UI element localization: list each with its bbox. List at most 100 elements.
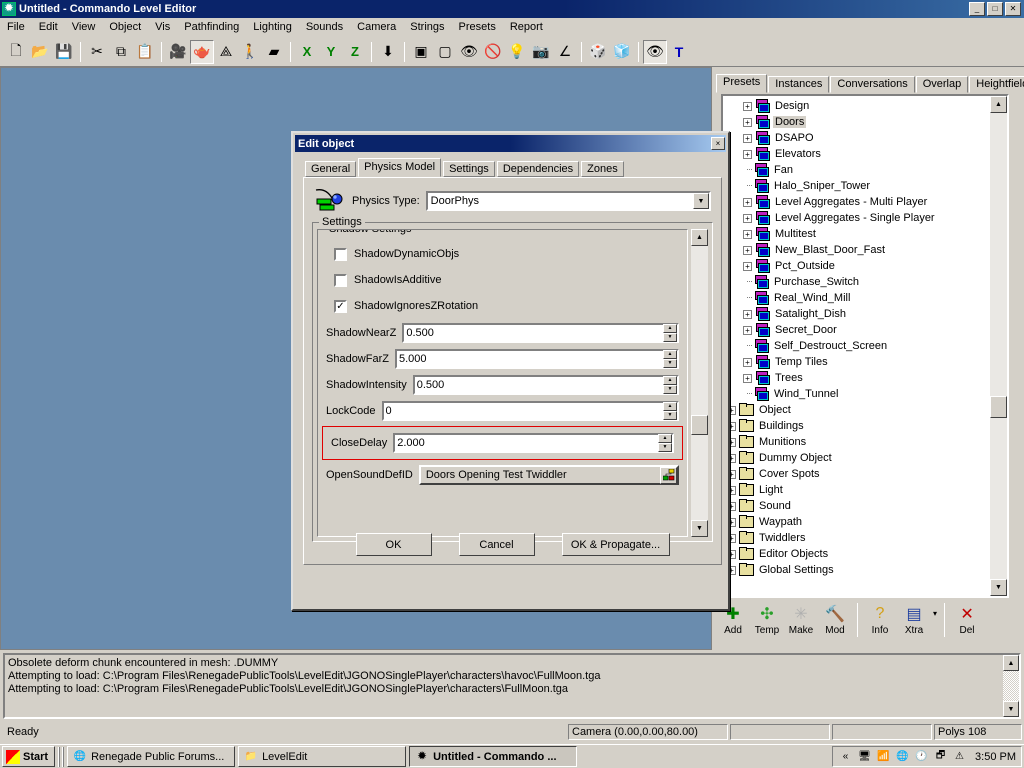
taskbar-item[interactable]: ✹Untitled - Commando ... xyxy=(409,746,577,767)
expand-plus-icon[interactable]: + xyxy=(743,150,752,159)
tree-item[interactable]: +Cover Spots xyxy=(723,466,990,482)
checkbox-row[interactable]: ShadowDynamicObjs xyxy=(334,244,679,264)
open-icon[interactable]: 📂 xyxy=(28,40,52,64)
preset-tool-info[interactable]: ?Info xyxy=(863,603,897,636)
spinner-up-icon[interactable]: ▲ xyxy=(663,402,677,411)
tree-item[interactable]: Halo_Sniper_Tower xyxy=(723,178,990,194)
spinner[interactable]: ▲▼ xyxy=(663,324,677,342)
expand-plus-icon[interactable]: + xyxy=(743,262,752,271)
tab-overlap[interactable]: Overlap xyxy=(916,76,969,93)
settings-scroll-thumb[interactable] xyxy=(691,415,708,435)
tab-heightfield[interactable]: Heightfield xyxy=(969,76,1024,93)
spinner[interactable]: ▲▼ xyxy=(663,376,677,394)
drop-to-ground-icon[interactable]: ⬇ xyxy=(376,40,400,64)
checkbox-shadowdynamicobjs[interactable] xyxy=(334,248,347,261)
minimize-button[interactable]: _ xyxy=(969,2,985,16)
menu-item-strings[interactable]: Strings xyxy=(403,19,451,35)
expand-plus-icon[interactable]: + xyxy=(743,118,752,127)
menu-item-presets[interactable]: Presets xyxy=(452,19,503,35)
text-icon[interactable]: T xyxy=(667,40,691,64)
paste-icon[interactable]: 📋 xyxy=(133,40,157,64)
settings-scroll-up-button[interactable]: ▲ xyxy=(691,229,708,246)
wire-box-icon[interactable]: ▢ xyxy=(433,40,457,64)
presets-tree-scrollbar[interactable]: ▲ ▼ xyxy=(990,96,1007,596)
app-icon[interactable]: ✹ xyxy=(2,2,16,16)
dialog-tab-general[interactable]: General xyxy=(305,161,356,177)
preset-tool-del[interactable]: ✕Del xyxy=(950,603,984,636)
tree-item[interactable]: +Global Settings xyxy=(723,562,990,578)
tree-item[interactable]: +Pct_Outside xyxy=(723,258,990,274)
menu-item-file[interactable]: File xyxy=(0,19,32,35)
vis-eye-icon[interactable]: 👁 xyxy=(457,40,481,64)
menu-item-report[interactable]: Report xyxy=(503,19,550,35)
tree-item[interactable]: +Elevators xyxy=(723,146,990,162)
input-shadownearz[interactable]: 0.500▲▼ xyxy=(402,323,679,343)
scroll-up-button[interactable]: ▲ xyxy=(990,96,1007,113)
expand-plus-icon[interactable]: + xyxy=(743,310,752,319)
terrain-icon[interactable]: ▰ xyxy=(262,40,286,64)
taskbar-item[interactable]: 🌐Renegade Public Forums... xyxy=(67,746,235,767)
expand-plus-icon[interactable]: + xyxy=(743,374,752,383)
checkbox-row[interactable]: ✓ShadowIgnoresZRotation xyxy=(334,296,679,316)
update-icon[interactable]: 🕐 xyxy=(914,749,929,764)
light-icon[interactable]: 💡 xyxy=(505,40,529,64)
camera2-icon[interactable]: 📷 xyxy=(529,40,553,64)
tree-item[interactable]: +Dummy Object xyxy=(723,450,990,466)
menu-item-vis[interactable]: Vis xyxy=(148,19,177,35)
input-closedelay[interactable]: 2.000▲▼ xyxy=(393,433,674,453)
spinner-down-icon[interactable]: ▼ xyxy=(658,443,672,452)
checkbox-shadowignoreszrotation[interactable]: ✓ xyxy=(334,300,347,313)
input-lockcode[interactable]: 0▲▼ xyxy=(382,401,679,421)
menu-item-lighting[interactable]: Lighting xyxy=(246,19,299,35)
scroll-down-button[interactable]: ▼ xyxy=(990,579,1007,596)
menu-item-edit[interactable]: Edit xyxy=(32,19,65,35)
spinner[interactable]: ▲▼ xyxy=(658,434,672,452)
angle-icon[interactable]: ∠ xyxy=(553,40,577,64)
tree-item[interactable]: Fan xyxy=(723,162,990,178)
tree-item[interactable]: +Level Aggregates - Single Player xyxy=(723,210,990,226)
tree-item[interactable]: +Design xyxy=(723,98,990,114)
tree-item[interactable]: Purchase_Switch xyxy=(723,274,990,290)
tree-item[interactable]: +Secret_Door xyxy=(723,322,990,338)
tree-item[interactable]: +DSAPO xyxy=(723,130,990,146)
tab-presets[interactable]: Presets xyxy=(716,74,767,93)
chevron-down-icon[interactable]: ▼ xyxy=(693,193,709,209)
close-button[interactable]: ✕ xyxy=(1005,2,1021,16)
tree-item[interactable]: Self_Destrouct_Screen xyxy=(723,338,990,354)
chevron-left-icon[interactable]: « xyxy=(838,749,853,764)
input-shadowfarz[interactable]: 5.000▲▼ xyxy=(395,349,679,369)
taskbar-item[interactable]: 📁LevelEdit xyxy=(238,746,406,767)
checkbox-row[interactable]: ShadowIsAdditive xyxy=(334,270,679,290)
spinner-down-icon[interactable]: ▼ xyxy=(663,411,677,420)
tree-item[interactable]: +Object xyxy=(723,402,990,418)
wireless-icon[interactable]: 📶 xyxy=(876,749,891,764)
maximize-button[interactable]: □ xyxy=(987,2,1003,16)
expand-plus-icon[interactable]: + xyxy=(743,198,752,207)
save-icon[interactable]: 💾 xyxy=(52,40,76,64)
input-opensounddefid[interactable]: Doors Opening Test Twiddler xyxy=(419,465,679,485)
spinner-up-icon[interactable]: ▲ xyxy=(658,434,672,443)
scroll-thumb[interactable] xyxy=(990,396,1007,418)
globe-icon[interactable]: 🌐 xyxy=(895,749,910,764)
tree-item[interactable]: +Trees xyxy=(723,370,990,386)
expand-plus-icon[interactable]: + xyxy=(743,214,752,223)
tab-conversations[interactable]: Conversations xyxy=(830,76,914,93)
preset-tool-make[interactable]: ✳Make xyxy=(784,603,818,636)
tree-item[interactable]: +New_Blast_Door_Fast xyxy=(723,242,990,258)
dialog-tab-dependencies[interactable]: Dependencies xyxy=(497,161,579,177)
tree-item[interactable]: Real_Wind_Mill xyxy=(723,290,990,306)
log-scroll-up-button[interactable]: ▲ xyxy=(1003,655,1019,671)
tree-item[interactable]: +Waypath xyxy=(723,514,990,530)
dialog-close-button[interactable]: × xyxy=(711,137,725,150)
teapot-icon[interactable]: 🫖 xyxy=(190,40,214,64)
tree-item[interactable]: +Buildings xyxy=(723,418,990,434)
dialog-tab-settings[interactable]: Settings xyxy=(443,161,495,177)
tree-item[interactable]: +Sound xyxy=(723,498,990,514)
tab-instances[interactable]: Instances xyxy=(768,76,829,93)
dialog-tab-physics-model[interactable]: Physics Model xyxy=(358,158,441,177)
preset-tool-temp[interactable]: ✣Temp xyxy=(750,603,784,636)
ok-button[interactable]: OK xyxy=(356,533,432,556)
expand-plus-icon[interactable]: + xyxy=(743,326,752,335)
expand-plus-icon[interactable]: + xyxy=(743,134,752,143)
expand-plus-icon[interactable]: + xyxy=(743,102,752,111)
